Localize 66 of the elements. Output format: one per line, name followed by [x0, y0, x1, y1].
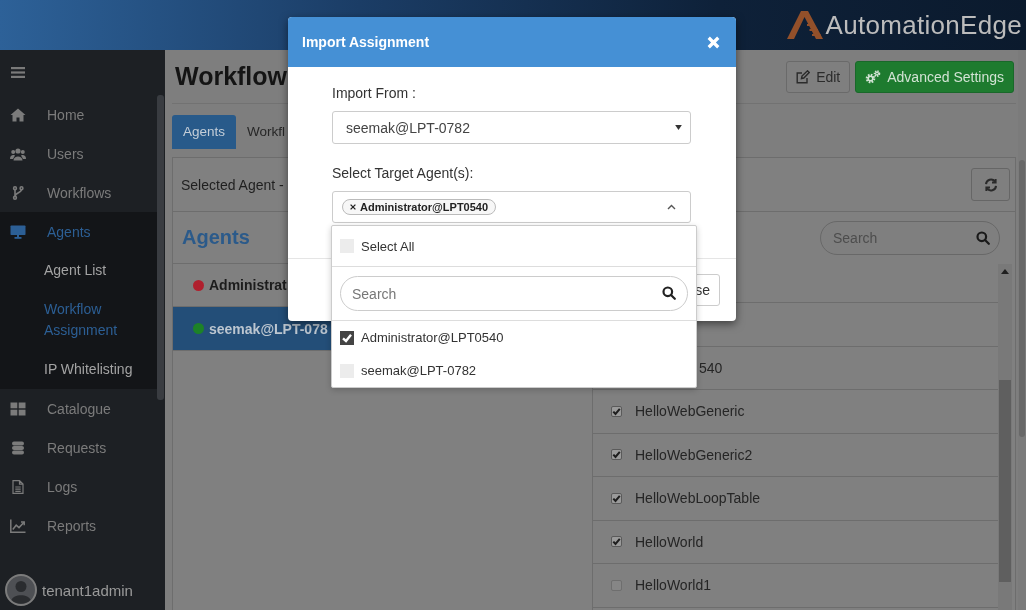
edit-icon [796, 69, 811, 84]
chevron-up-icon [667, 204, 676, 210]
tag-label: Administrator@LPT0540 [360, 201, 489, 213]
checkbox[interactable] [611, 579, 622, 591]
sidebar-item[interactable]: Reports [0, 506, 157, 545]
users-icon [10, 146, 26, 161]
field-label: Import From : [332, 85, 417, 102]
gears-icon [865, 69, 882, 84]
edit-button[interactable]: Edit [786, 60, 851, 93]
caret-icon [675, 125, 682, 130]
grid-icon [10, 401, 26, 416]
field-label: Select Target Agent(s): [332, 165, 475, 182]
page-title: Workflow [175, 62, 288, 91]
scroll-up-icon[interactable] [1001, 269, 1009, 274]
menu-icon[interactable] [11, 67, 25, 78]
sidebar-item[interactable]: Home [0, 95, 157, 134]
checkbox[interactable] [340, 330, 354, 345]
import-from-select[interactable]: seemak@LPT-0782 [332, 111, 691, 144]
search-icon [976, 231, 990, 245]
submenu-item[interactable]: Agent List [0, 251, 157, 290]
workflow-name: HelloWorld [635, 533, 704, 550]
sidebar-item[interactable]: Workflows [0, 173, 157, 212]
remove-icon[interactable] [350, 204, 356, 210]
select-all-option[interactable]: Select All [332, 226, 696, 267]
home-icon [10, 107, 26, 122]
workflow-name: HelloWebGeneric2 [635, 446, 753, 463]
close-icon[interactable] [707, 35, 720, 49]
document-icon [10, 479, 26, 494]
search-icon [662, 286, 676, 300]
selected-agent-label: Selected Agent - [181, 176, 284, 193]
checkbox[interactable] [611, 449, 622, 461]
agent-name: seemak@LPT-078 [209, 320, 328, 337]
advanced-settings-button[interactable]: Advanced Settings [855, 60, 1014, 93]
line-chart-icon [10, 518, 26, 533]
workflow-name: HelloWorld1 [635, 577, 711, 594]
refresh-icon [983, 177, 998, 192]
sidebar-item[interactable]: Requests [0, 428, 157, 467]
checkbox[interactable] [611, 536, 622, 548]
refresh-button[interactable] [971, 168, 1010, 201]
scrollbar-track[interactable] [998, 264, 1012, 610]
avatar-icon[interactable] [5, 574, 37, 606]
sidebar-item[interactable]: Agents [0, 212, 157, 251]
database-icon [10, 440, 26, 455]
scrollbar-thumb[interactable] [157, 95, 164, 400]
scrollbar-thumb[interactable] [999, 380, 1011, 582]
agent-option[interactable]: seemak@LPT-0782 [332, 354, 696, 387]
branch-icon [10, 185, 26, 200]
sidebar-item[interactable]: Users [0, 134, 157, 173]
checkbox[interactable] [611, 492, 622, 504]
checkbox[interactable] [611, 405, 622, 417]
submenu-item[interactable]: IP Whitelisting [0, 350, 157, 389]
target-agents-select[interactable]: Administrator@LPT0540 [332, 191, 691, 223]
logo-icon [785, 10, 824, 40]
workflow-name: HelloWebGeneric [635, 403, 745, 420]
workflow-name: HelloWebLoopTable [635, 490, 761, 507]
sidebar-item[interactable]: Catalogue [0, 389, 157, 428]
agent-name: Administrat [209, 277, 287, 293]
monitor-icon [10, 224, 26, 239]
user-name: tenant1admin [42, 581, 133, 599]
tab[interactable]: Agents [172, 115, 237, 149]
workflow-name: 540 [699, 359, 723, 376]
submenu-item[interactable]: Workflow Assignment [0, 290, 157, 350]
sidebar-item[interactable]: Logs [0, 467, 157, 506]
dialog-title: Import Assignment [302, 34, 430, 50]
agent-option[interactable]: Administrator@LPT0540 [332, 321, 696, 354]
logo-text: AutomationEdge [825, 9, 1022, 41]
